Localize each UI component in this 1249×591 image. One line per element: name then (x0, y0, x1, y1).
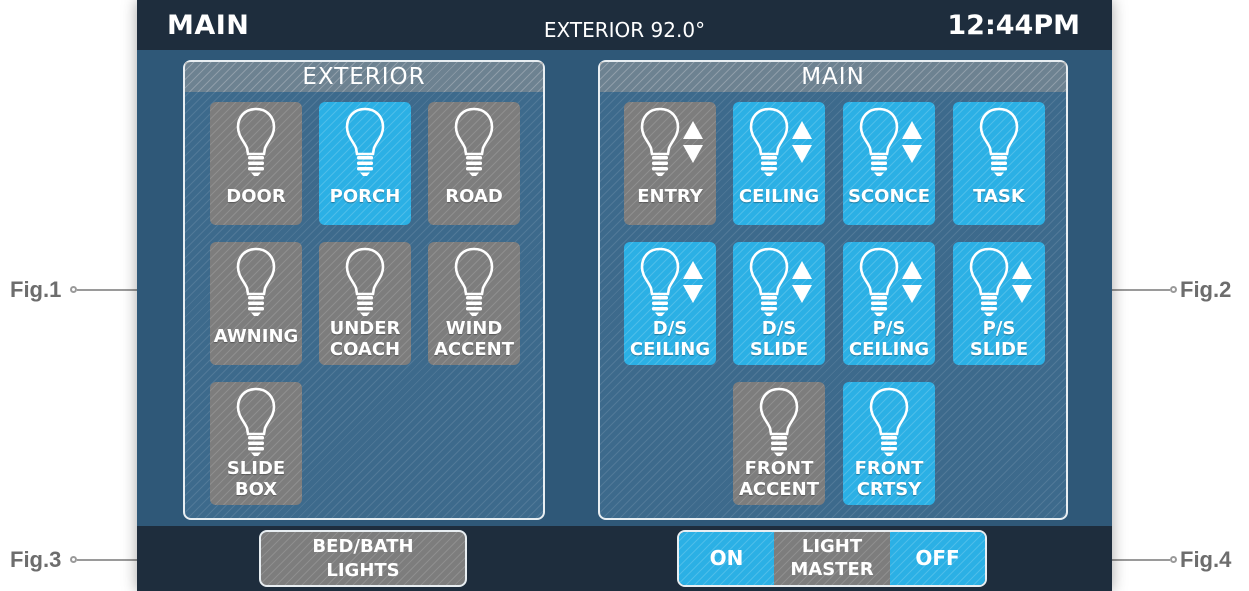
dimmer-arrows-icon (682, 120, 704, 164)
light-under-coach-button[interactable]: UNDER COACH (319, 242, 411, 365)
tile-label: SLIDE BOX (226, 458, 286, 500)
tile-label: TASK (973, 186, 1025, 207)
main-panel-title: MAIN (600, 62, 1066, 92)
main-panel: MAIN ENTRY CEILING SCONCE TASK D/S CEILI… (598, 60, 1068, 520)
tile-label: DOOR (226, 186, 286, 207)
lightbulb-icon (234, 386, 278, 458)
light-entry-button[interactable]: ENTRY (624, 102, 716, 225)
fig1-label: Fig.1 (10, 277, 62, 302)
lightbulb-icon (867, 386, 911, 458)
dimmer-arrows-icon (682, 260, 704, 304)
clock: 12:44PM (947, 10, 1080, 41)
light-porch-button[interactable]: PORCH (319, 102, 411, 225)
light-task-button[interactable]: TASK (953, 102, 1045, 225)
fig3-callout-dot (70, 556, 77, 563)
lightbulb-icon (747, 106, 791, 178)
touch-screen: MAIN EXTERIOR 92.0° 12:44PM EXTERIOR DOO… (137, 0, 1112, 591)
fig1-callout-dot (70, 286, 77, 293)
lightbulb-icon (857, 246, 901, 318)
lightbulb-icon (857, 106, 901, 178)
tile-label: D/S SLIDE (749, 318, 809, 360)
light-master-on-button[interactable]: ON (679, 532, 774, 585)
dimmer-arrows-icon (1011, 260, 1033, 304)
light-ds-slide-button[interactable]: D/S SLIDE (733, 242, 825, 365)
tile-label: PORCH (329, 186, 401, 207)
lightbulb-icon (638, 246, 682, 318)
exterior-panel-title: EXTERIOR (185, 62, 543, 92)
bed-bath-lights-button[interactable]: BED/BATH LIGHTS (259, 530, 467, 587)
fig3-label: Fig.3 (10, 547, 62, 572)
fig2-label: Fig.2 (1180, 277, 1232, 302)
tile-label: AWNING (213, 326, 299, 347)
light-wind-accent-button[interactable]: WIND ACCENT (428, 242, 520, 365)
tile-label: WIND ACCENT (434, 318, 514, 360)
tile-label: CEILING (738, 186, 820, 207)
light-master-label: LIGHT MASTER (774, 532, 890, 585)
lightbulb-icon (234, 246, 278, 318)
dimmer-arrows-icon (791, 260, 813, 304)
lightbulb-icon (967, 246, 1011, 318)
tile-label: P/S SLIDE (969, 318, 1029, 360)
fig4-label: Fig.4 (1180, 547, 1232, 572)
light-ps-slide-button[interactable]: P/S SLIDE (953, 242, 1045, 365)
lightbulb-icon (452, 246, 496, 318)
light-front-accent-button[interactable]: FRONT ACCENT (733, 382, 825, 505)
light-door-button[interactable]: DOOR (210, 102, 302, 225)
tile-label: FRONT CRTSY (854, 458, 924, 500)
bottom-bar: BED/BATH LIGHTS ON LIGHT MASTER OFF (137, 526, 1112, 591)
exterior-panel: EXTERIOR DOOR PORCH ROAD AWNING UNDER CO… (183, 60, 545, 520)
lightbulb-icon (343, 246, 387, 318)
lightbulb-icon (638, 106, 682, 178)
tile-label: ROAD (445, 186, 503, 207)
tile-label: ENTRY (637, 186, 703, 207)
tile-label: D/S CEILING (629, 318, 711, 360)
light-slide-box-button[interactable]: SLIDE BOX (210, 382, 302, 505)
lightbulb-icon (747, 246, 791, 318)
dimmer-arrows-icon (791, 120, 813, 164)
light-ds-ceiling-button[interactable]: D/S CEILING (624, 242, 716, 365)
dimmer-arrows-icon (901, 120, 923, 164)
lightbulb-icon (452, 106, 496, 178)
light-ps-ceiling-button[interactable]: P/S CEILING (843, 242, 935, 365)
lightbulb-icon (234, 106, 278, 178)
light-ceiling-button[interactable]: CEILING (733, 102, 825, 225)
light-awning-button[interactable]: AWNING (210, 242, 302, 365)
lightbulb-icon (977, 106, 1021, 178)
tile-label: FRONT ACCENT (739, 458, 819, 500)
fig4-callout-dot (1170, 556, 1177, 563)
tile-label: P/S CEILING (848, 318, 930, 360)
lightbulb-icon (343, 106, 387, 178)
light-sconce-button[interactable]: SCONCE (843, 102, 935, 225)
light-road-button[interactable]: ROAD (428, 102, 520, 225)
fig2-callout-dot (1170, 286, 1177, 293)
tile-label: SCONCE (847, 186, 931, 207)
light-master-control: ON LIGHT MASTER OFF (677, 530, 987, 587)
tile-label: UNDER COACH (329, 318, 401, 360)
light-front-courtesy-button[interactable]: FRONT CRTSY (843, 382, 935, 505)
light-master-off-button[interactable]: OFF (890, 532, 985, 585)
lightbulb-icon (757, 386, 801, 458)
dimmer-arrows-icon (901, 260, 923, 304)
top-bar: MAIN EXTERIOR 92.0° 12:44PM (137, 0, 1112, 50)
